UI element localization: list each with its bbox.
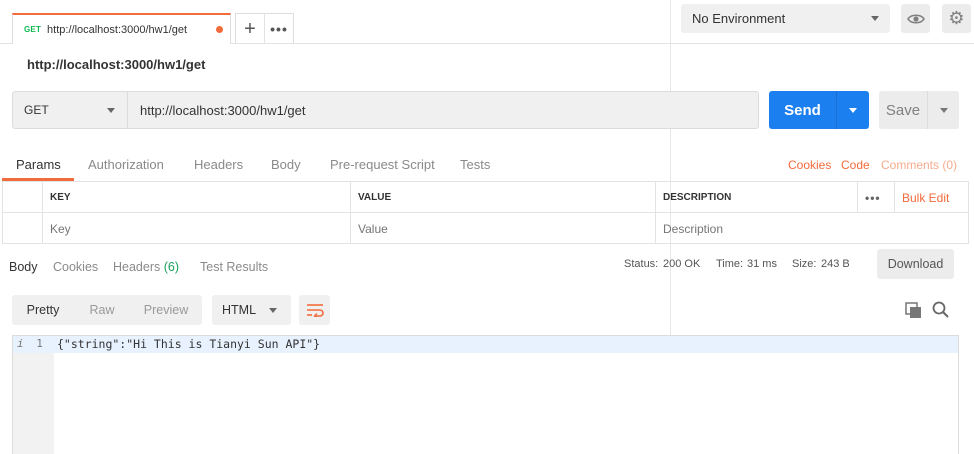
environment-quick-look-button[interactable] [901,4,930,33]
language-label: HTML [222,303,257,317]
format-preview[interactable]: Preview [130,295,202,325]
url-input[interactable] [127,91,759,129]
tab-authorization[interactable]: Authorization [88,157,164,172]
copy-button[interactable] [905,302,923,320]
time-value: 31 ms [747,258,777,270]
tab-more-button[interactable]: ••• [265,14,293,44]
params-more-button[interactable]: ••• [857,182,894,213]
line-number-value: 1 [36,337,43,350]
size-label: Size: [792,258,817,270]
time-label: Time: [716,258,744,270]
param-value-input[interactable] [350,213,655,244]
language-select[interactable]: HTML [212,295,291,325]
tab-params[interactable]: Params [16,157,61,172]
status-label: Status: [624,258,659,270]
send-button[interactable]: Send [769,91,837,129]
method-select[interactable]: GET [12,91,128,129]
tab-url: http://localhost:3000/hw1/get [47,23,188,36]
wrap-lines-button[interactable] [299,295,330,325]
format-tabs: Pretty Raw Preview [12,295,202,325]
bulk-edit-link[interactable]: Bulk Edit [894,182,968,213]
manage-environments-button[interactable]: ⚙ [942,4,971,33]
response-tab-cookies[interactable]: Cookies [53,260,98,274]
method-label: GET [24,103,49,117]
format-pretty[interactable]: Pretty [12,295,74,325]
new-tab-button[interactable]: + [236,14,265,44]
description-column-header: DESCRIPTION [655,182,857,213]
gear-icon: ⚙ [948,8,965,28]
format-raw[interactable]: Raw [74,295,130,325]
param-key-input[interactable] [42,213,350,244]
info-icon: i [17,337,24,350]
request-tab[interactable]: GET http://localhost:3000/hw1/get [12,13,231,44]
send-options-button[interactable] [837,91,869,129]
line-gutter [13,336,54,454]
chevron-down-icon [107,108,115,113]
cookies-link[interactable]: Cookies [788,158,831,172]
tab-tests[interactable]: Tests [460,157,490,172]
response-tab-test-results[interactable]: Test Results [200,260,268,274]
chevron-down-icon [871,16,879,21]
tab-body[interactable]: Body [271,157,301,172]
key-column-header: KEY [42,182,350,213]
comments-link[interactable]: Comments (0) [881,158,957,172]
response-tab-body[interactable]: Body [9,260,38,274]
params-table: KEY VALUE DESCRIPTION ••• Bulk Edit [2,181,969,244]
status-value: 200 OK [663,258,701,270]
environment-select[interactable]: No Environment [681,4,890,33]
response-body-editor[interactable]: i 1 {"string":"Hi This is Tianyi Sun API… [12,335,959,454]
tab-headers[interactable]: Headers [194,157,243,172]
chevron-down-icon [939,107,948,113]
search-button[interactable] [931,300,951,320]
save-button-group: Save [879,91,959,129]
unsaved-dot-icon [216,26,223,33]
response-tabs: Body Cookies Headers (6) Test Results St… [0,255,974,281]
send-button-group: Send [769,91,869,129]
tab-pre-request-script[interactable]: Pre-request Script [330,157,435,172]
search-icon [932,301,949,318]
request-tabs: Params Authorization Headers Body Pre-re… [0,152,974,182]
eye-icon [906,13,925,24]
save-button[interactable]: Save [879,91,928,129]
request-name: http://localhost:3000/hw1/get [27,57,206,72]
table-row [3,213,968,244]
response-tab-headers[interactable]: Headers (6) [113,260,179,274]
tab-method: GET [24,25,42,34]
chevron-down-icon [849,107,857,113]
param-description-input[interactable] [655,213,968,244]
response-headers-label: Headers [113,260,161,274]
environment-label: No Environment [692,11,786,26]
table-header-row: KEY VALUE DESCRIPTION ••• Bulk Edit [3,182,968,213]
size-value: 243 B [821,258,850,270]
line-number: i 1 [17,337,43,350]
download-button[interactable]: Download [877,249,954,279]
wrap-lines-icon [306,304,324,317]
copy-icon [905,302,921,318]
response-body-text: {"string":"Hi This is Tianyi Sun API"} [57,337,321,351]
code-link[interactable]: Code [841,158,870,172]
value-column-header: VALUE [350,182,655,213]
chevron-down-icon [269,308,277,313]
response-headers-count: (6) [163,260,180,274]
save-options-button[interactable] [928,91,959,129]
tab-actions: + ••• [235,13,294,44]
